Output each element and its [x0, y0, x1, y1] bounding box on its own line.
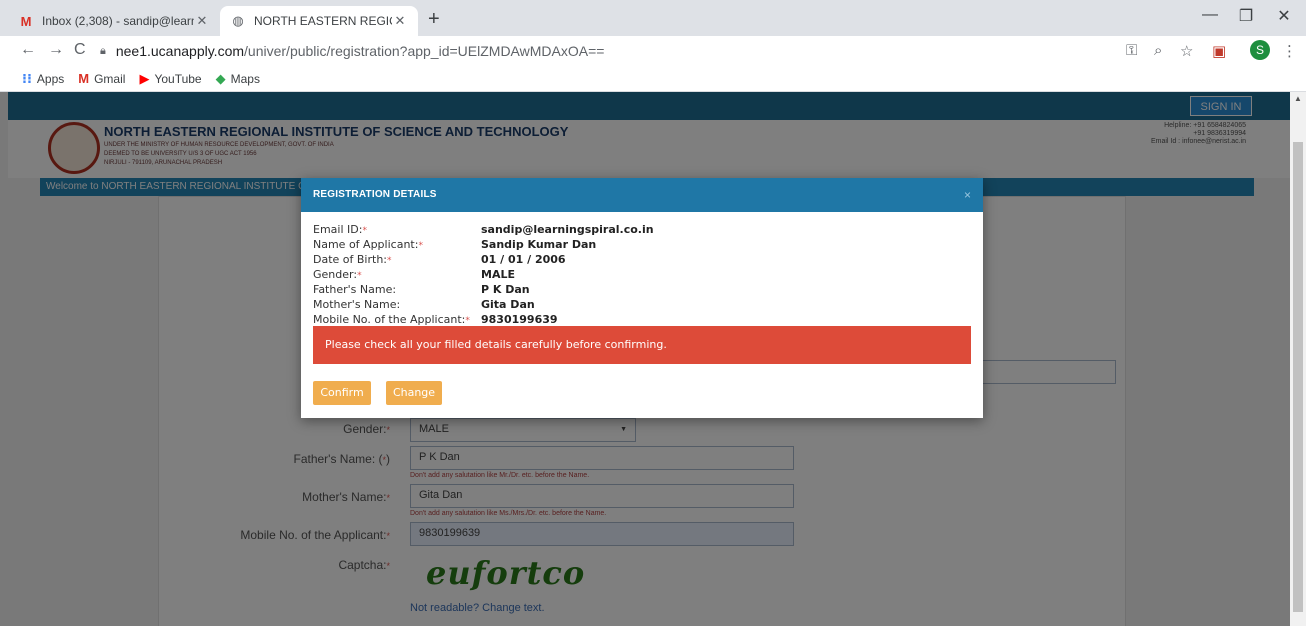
browser-toolbar: ← → C 🔒︎ nee1.ucanapply.com /univer/publ…	[0, 36, 1306, 66]
detail-row-dob: Date of Birth:* 01 / 01 / 2006	[313, 253, 566, 266]
youtube-icon: ▶	[139, 70, 150, 86]
bookmark-label: YouTube	[154, 71, 202, 86]
apps-grid-icon: ⁝⁝	[22, 70, 32, 86]
close-icon[interactable]: ×	[964, 188, 971, 202]
detail-row-email: Email ID:* sandip@learningspiral.co.in	[313, 223, 654, 236]
extension-icon[interactable]: ▣	[1212, 42, 1226, 60]
back-arrow-icon[interactable]: ←	[20, 41, 36, 59]
tab-nerist-registration[interactable]: ◍ NORTH EASTERN REGIONAL INS ✕	[220, 6, 418, 36]
detail-row-father: Father's Name: P K Dan	[313, 283, 530, 296]
change-button[interactable]: Change	[386, 381, 442, 405]
detail-value: P K Dan	[481, 283, 530, 296]
detail-value: 01 / 01 / 2006	[481, 253, 566, 266]
confirmation-alert: Please check all your filled details car…	[313, 326, 971, 364]
url-path: /univer/public/registration?app_id=UElZM…	[244, 43, 605, 59]
detail-value: MALE	[481, 268, 515, 281]
bookmark-label: Maps	[230, 71, 260, 86]
forward-arrow-icon[interactable]: →	[48, 41, 64, 59]
menu-kebab-icon[interactable]: ⋮	[1282, 42, 1297, 60]
tab-title: Inbox (2,308) - sandip@learningspiral	[42, 14, 194, 28]
gmail-icon: M	[20, 13, 32, 29]
detail-value: sandip@learningspiral.co.in	[481, 223, 654, 236]
lock-icon: 🔒︎	[100, 44, 106, 57]
close-tab-icon[interactable]: ✕	[194, 13, 210, 29]
zoom-icon[interactable]: ⌕	[1154, 42, 1162, 59]
profile-avatar[interactable]: S	[1250, 40, 1270, 60]
bookmark-youtube[interactable]: ▶ YouTube	[139, 71, 201, 87]
confirm-button[interactable]: Confirm	[313, 381, 371, 405]
close-window-icon[interactable]: ✕	[1264, 6, 1304, 26]
bookmark-label: Gmail	[94, 71, 126, 86]
modal-header: REGISTRATION DETAILS ×	[301, 178, 983, 212]
detail-value: Gita Dan	[481, 298, 535, 311]
maximize-icon[interactable]: ❐	[1226, 6, 1266, 26]
gmail-icon: M	[78, 71, 90, 86]
url-host: nee1.ucanapply.com	[115, 43, 245, 59]
key-icon[interactable]: ⚿	[1126, 42, 1137, 59]
bookmark-label: Apps	[36, 71, 65, 86]
tab-title: NORTH EASTERN REGIONAL INS	[254, 14, 392, 28]
new-tab-plus-icon[interactable]: +	[428, 8, 440, 31]
page-scrollbar[interactable]: ▲	[1290, 92, 1306, 626]
registration-details-modal: REGISTRATION DETAILS × Email ID:* sandip…	[301, 178, 983, 418]
minimize-icon[interactable]: —	[1190, 6, 1230, 24]
star-bookmark-icon[interactable]: ☆	[1180, 42, 1193, 60]
detail-row-mother: Mother's Name: Gita Dan	[313, 298, 535, 311]
address-bar[interactable]: 🔒︎ nee1.ucanapply.com /univer/public/reg…	[100, 38, 1110, 64]
scrollbar-thumb[interactable]	[1293, 142, 1303, 612]
detail-value: 9830199639	[481, 313, 558, 326]
maps-icon: ◆	[215, 70, 226, 86]
tab-gmail-inbox[interactable]: M Inbox (2,308) - sandip@learningspiral …	[8, 6, 220, 36]
reload-icon[interactable]: C	[74, 41, 86, 59]
close-tab-icon[interactable]: ✕	[392, 13, 408, 29]
modal-title: REGISTRATION DETAILS	[313, 189, 437, 200]
detail-value: Sandip Kumar Dan	[481, 238, 597, 251]
bookmark-maps[interactable]: ◆ Maps	[216, 71, 260, 87]
bookmarks-bar: ⁝⁝ Apps M Gmail ▶ YouTube ◆ Maps	[0, 66, 1306, 92]
globe-icon: ◍	[232, 13, 244, 28]
detail-row-name: Name of Applicant:* Sandip Kumar Dan	[313, 238, 597, 251]
detail-row-gender: Gender:* MALE	[313, 268, 515, 281]
scroll-up-arrow-icon[interactable]: ▲	[1294, 94, 1302, 103]
browser-tab-bar: M Inbox (2,308) - sandip@learningspiral …	[0, 0, 1306, 36]
bookmark-apps[interactable]: ⁝⁝ Apps	[22, 71, 64, 87]
bookmark-gmail[interactable]: M Gmail	[78, 71, 125, 86]
